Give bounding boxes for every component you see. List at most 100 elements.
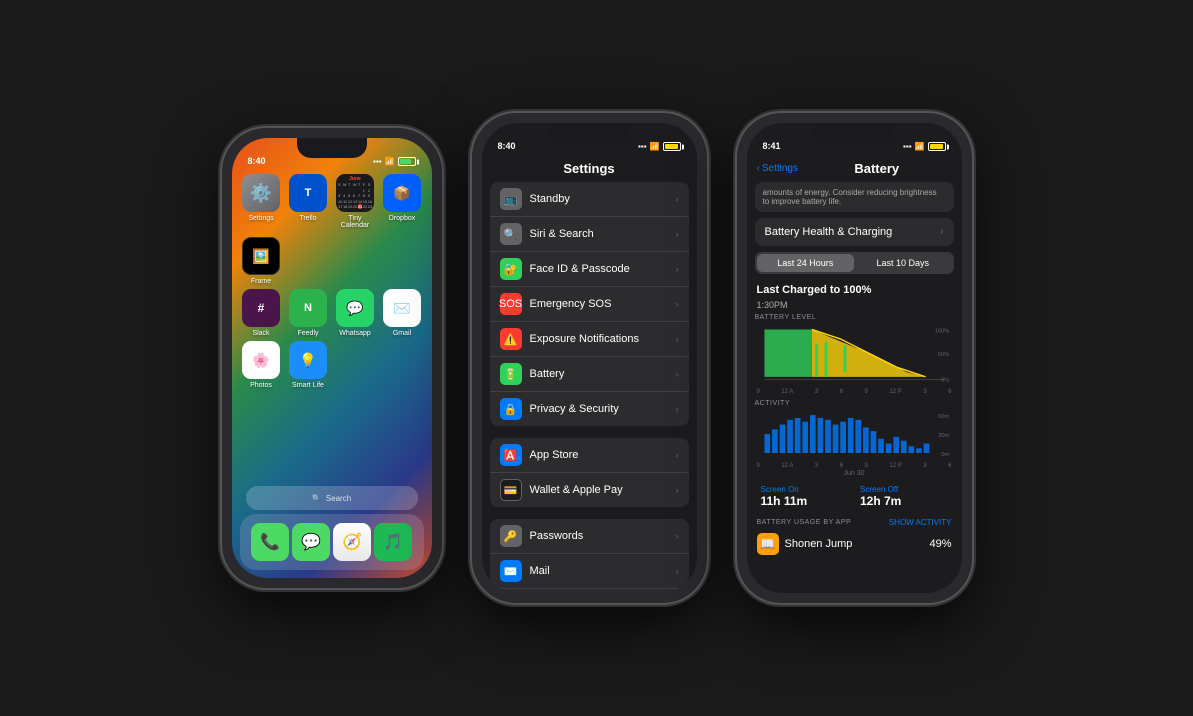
status-right-2: ▪▪▪ 📶 [638, 142, 680, 151]
tab-10d[interactable]: Last 10 Days [854, 254, 952, 272]
time-3: 8:41 [763, 141, 781, 151]
app-usage-name: Shonen Jump [785, 538, 924, 550]
settings-row-passwords[interactable]: 🔑 Passwords › [490, 519, 689, 554]
battery-chart-label: BATTERY LEVEL [755, 314, 954, 321]
signal-icon-3: ▪▪▪ [903, 142, 912, 151]
feedly-icon: N [289, 289, 327, 327]
app-photos[interactable]: 🌸 Photos [242, 341, 281, 389]
usage-title: BATTERY USAGE BY APP [757, 519, 852, 526]
appstore-chevron: › [676, 450, 679, 460]
battery-health-row[interactable]: Battery Health & Charging › [755, 218, 954, 246]
exposure-icon: ⚠️ [500, 328, 522, 350]
mail-icon: ✉️ [500, 560, 522, 582]
settings-row-appstore[interactable]: 🅰️ App Store › [490, 438, 689, 473]
battery-icon-2 [663, 142, 681, 151]
wallet-icon: 💳 [500, 479, 522, 501]
phone-3-screen: 8:41 ▪▪▪ 📶 ‹ Settings Battery amounts [747, 123, 962, 593]
gmail-icon: ✉️ [383, 289, 421, 327]
app-dropbox-label: Dropbox [389, 215, 415, 222]
app-frame[interactable]: 🖼️ Frame [242, 237, 281, 285]
app-calendar-widget[interactable]: June SMTWTFS 12 3456789 10111213141516 1… [336, 174, 375, 229]
show-activity-button[interactable]: SHOW ACTIVITY [889, 518, 952, 527]
app-slack[interactable]: # Slack [242, 289, 281, 337]
app-trello[interactable]: T Trello [289, 174, 328, 229]
app-gmail-label: Gmail [393, 330, 411, 337]
dock-safari[interactable]: 🧭 [333, 523, 371, 561]
appstore-icon: 🅰️ [500, 444, 522, 466]
screen-on-label: Screen On [761, 485, 849, 494]
sos-chevron: › [676, 299, 679, 309]
siri-icon: 🔍 [500, 223, 522, 245]
settings-row-mail[interactable]: ✉️ Mail › [490, 554, 689, 589]
wifi-icon: 📶 [385, 157, 395, 166]
time-axis: 912 A36912 P36 [755, 388, 954, 396]
settings-row-contacts[interactable]: 👤 Contacts › [490, 589, 689, 593]
svg-text:100%: 100% [934, 328, 949, 334]
signal-icon: ▪▪▪ [373, 157, 382, 166]
dock-phone[interactable]: 📞 [251, 523, 289, 561]
battery-chevron: › [676, 369, 679, 379]
dock-messages[interactable]: 💬 [292, 523, 330, 561]
exposure-label: Exposure Notifications [530, 333, 668, 345]
settings-screen: 8:40 ▪▪▪ 📶 Settings 📺 Standby › [482, 123, 697, 593]
search-bar[interactable]: 🔍 Search [246, 486, 418, 510]
battery-label: Battery [530, 368, 668, 380]
settings-row-privacy[interactable]: 🔒 Privacy & Security › [490, 392, 689, 426]
battery-health-label: Battery Health & Charging [765, 226, 893, 238]
app-usage-pct: 49% [929, 538, 951, 550]
wifi-icon-2: 📶 [650, 142, 660, 151]
settings-row-standby[interactable]: 📺 Standby › [490, 182, 689, 217]
siri-chevron: › [676, 229, 679, 239]
exposure-chevron: › [676, 334, 679, 344]
faceid-label: Face ID & Passcode [530, 263, 668, 275]
settings-row-siri[interactable]: 🔍 Siri & Search › [490, 217, 689, 252]
app-dropbox[interactable]: 📦 Dropbox [383, 174, 422, 229]
settings-section-1: 📺 Standby › 🔍 Siri & Search › 🔐 Face ID … [490, 182, 689, 426]
settings-row-wallet[interactable]: 💳 Wallet & Apple Pay › [490, 473, 689, 507]
app-settings[interactable]: ⚙️ Settings [242, 174, 281, 229]
settings-row-exposure[interactable]: ⚠️ Exposure Notifications › [490, 322, 689, 357]
settings-list: 📺 Standby › 🔍 Siri & Search › 🔐 Face ID … [482, 182, 697, 593]
app-gmail[interactable]: ✉️ Gmail [383, 289, 422, 337]
phone-1: 8:40 ▪▪▪ 📶 ⚙️ Settings T [222, 128, 442, 588]
back-button[interactable]: ‹ Settings [757, 163, 798, 174]
app-smartlife-label: Smart Life [292, 382, 324, 389]
faceid-chevron: › [676, 264, 679, 274]
status-right-1: ▪▪▪ 📶 [373, 157, 415, 166]
privacy-label: Privacy & Security [530, 403, 668, 415]
settings-row-faceid[interactable]: 🔐 Face ID & Passcode › [490, 252, 689, 287]
battery-health-chevron: › [940, 226, 944, 238]
time-2: 8:40 [498, 141, 516, 151]
app-feedly[interactable]: N Feedly [289, 289, 328, 337]
app-whatsapp[interactable]: 💬 Whatsapp [336, 289, 375, 337]
app-photos-label: Photos [250, 382, 272, 389]
phone-2: 8:40 ▪▪▪ 📶 Settings 📺 Standby › [472, 113, 707, 603]
whatsapp-icon: 💬 [336, 289, 374, 327]
settings-row-battery[interactable]: 🔋 Battery › [490, 357, 689, 392]
battery-detail-screen: 8:41 ▪▪▪ 📶 ‹ Settings Battery amounts [747, 123, 962, 593]
battery-icon-1 [398, 157, 416, 166]
mail-chevron: › [676, 566, 679, 576]
wallet-label: Wallet & Apple Pay [530, 484, 668, 496]
screen-on-stat: Screen On 11h 11m [755, 481, 855, 512]
calendar-icon: June SMTWTFS 12 3456789 10111213141516 1… [336, 174, 374, 212]
passwords-label: Passwords [530, 530, 668, 542]
signal-icon-2: ▪▪▪ [638, 142, 647, 151]
settings-section-3: 🔑 Passwords › ✉️ Mail › 👤 Contacts › [490, 519, 689, 593]
app-smartlife[interactable]: 💡 Smart Life [289, 341, 328, 389]
app-usage-row[interactable]: 📖 Shonen Jump 49% [747, 529, 962, 559]
app-feedly-label: Feedly [297, 330, 318, 337]
svg-text:0m: 0m [941, 452, 949, 458]
wallet-chevron: › [676, 485, 679, 495]
passwords-chevron: › [676, 531, 679, 541]
trello-icon: T [289, 174, 327, 212]
phone-3: 8:41 ▪▪▪ 📶 ‹ Settings Battery amounts [737, 113, 972, 603]
dock-spotify[interactable]: 🎵 [374, 523, 412, 561]
activity-chart-label: ACTIVITY [755, 400, 954, 407]
battery-icon-3 [928, 142, 946, 151]
settings-row-sos[interactable]: SOS Emergency SOS › [490, 287, 689, 322]
app-frame-label: Frame [251, 278, 271, 285]
dock: 📞 💬 🧭 🎵 [240, 514, 424, 570]
tab-24h[interactable]: Last 24 Hours [757, 254, 855, 272]
app-trello-label: Trello [299, 215, 316, 222]
